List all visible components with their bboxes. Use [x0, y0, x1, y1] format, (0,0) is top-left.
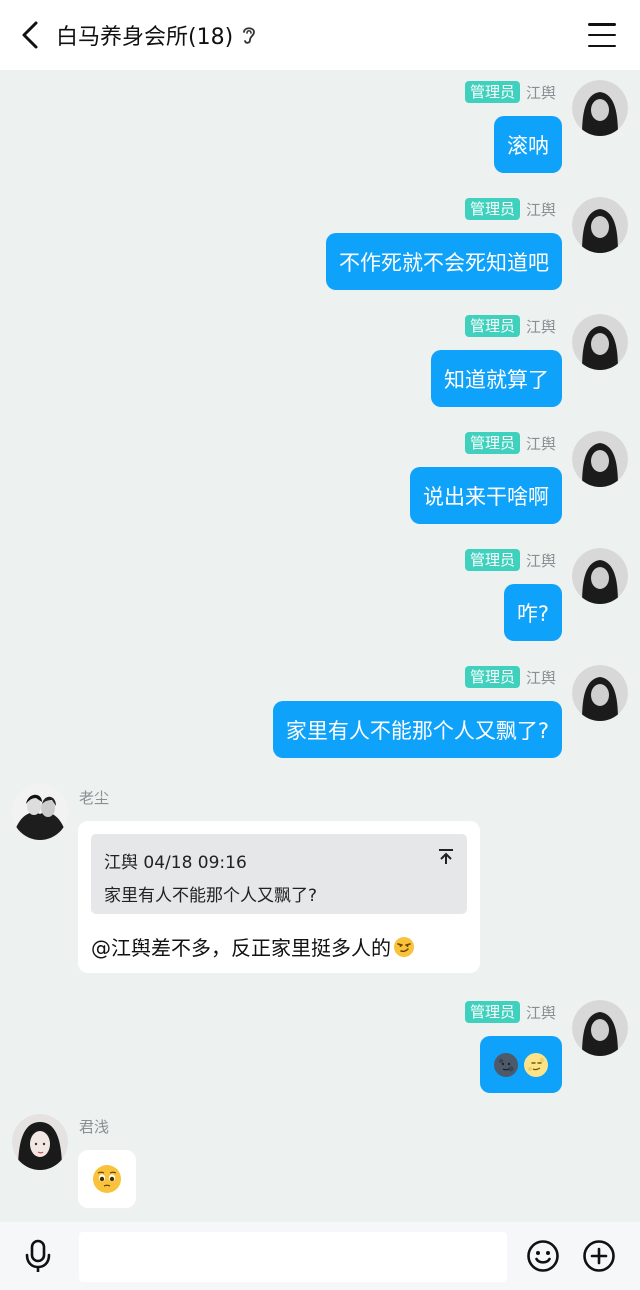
- smirk-emoji: [393, 936, 415, 958]
- message-bubble[interactable]: 咋?: [503, 584, 562, 641]
- message-meta: 管理员 江舆: [464, 431, 556, 455]
- avatar[interactable]: [572, 431, 628, 487]
- chat-message: 老尘 江舆 04/18 09:16 家里有人不能那个人又飘了? @江舆 差不多，…: [0, 772, 640, 984]
- quoted-message[interactable]: 江舆 04/18 09:16 家里有人不能那个人又飘了?: [91, 834, 467, 914]
- menu-button[interactable]: [588, 21, 616, 49]
- pleading-face-emoji: [92, 1164, 122, 1194]
- message-bubble[interactable]: 知道就算了: [431, 350, 562, 407]
- emoji-button[interactable]: [526, 1239, 560, 1277]
- microphone-icon: [25, 1239, 51, 1272]
- message-bubble[interactable]: 不作死就不会死知道吧: [326, 233, 562, 290]
- chevron-left-icon: [22, 21, 38, 49]
- admin-badge: 管理员: [464, 549, 520, 571]
- message-text: 滚呐: [507, 133, 549, 158]
- sender-name: 江舆: [525, 434, 556, 453]
- group-name: 白马养身会所(18): [56, 25, 234, 50]
- menu-line: [588, 44, 616, 47]
- sender-name: 江舆: [525, 668, 556, 687]
- more-button[interactable]: [582, 1239, 616, 1277]
- message-bubble[interactable]: [78, 1150, 136, 1208]
- avatar[interactable]: [572, 197, 628, 253]
- admin-badge: 管理员: [464, 1001, 520, 1023]
- avatar[interactable]: [12, 784, 68, 840]
- reply-text: @江舆 差不多，反正家里挺多人的: [91, 932, 415, 961]
- sender-name: 江舆: [525, 1003, 556, 1022]
- group-title[interactable]: 白马养身会所(18): [56, 0, 257, 70]
- chat-message: 管理员 江舆 咋?: [0, 538, 640, 655]
- menu-line: [588, 33, 616, 37]
- chat-area[interactable]: 管理员 江舆 滚呐 管理员 江舆 不作死就不会死知道吧 管理员 江舆 知道就算了: [0, 70, 640, 1222]
- avatar[interactable]: [12, 1114, 68, 1170]
- plus-circle-icon: [583, 1240, 615, 1272]
- avatar[interactable]: [572, 1000, 628, 1056]
- avatar[interactable]: [572, 80, 628, 136]
- sender-name: 江舆: [525, 551, 556, 570]
- ear-icon: [241, 24, 257, 46]
- sender-name: 君浅: [79, 1118, 110, 1136]
- message-meta: 管理员 江舆: [464, 1000, 556, 1024]
- new-moon-face-emoji: [493, 1052, 519, 1078]
- chat-message: 管理员 江舆 知道就算了: [0, 304, 640, 421]
- chat-header: 白马养身会所(18): [0, 0, 640, 70]
- sender-name: 江舆: [525, 317, 556, 336]
- message-input[interactable]: [79, 1232, 507, 1282]
- back-button[interactable]: [14, 18, 46, 52]
- message-bubble[interactable]: 家里有人不能那个人又飘了?: [272, 701, 562, 758]
- message-text: 家里有人不能那个人又飘了?: [285, 718, 549, 743]
- message-bubble[interactable]: [480, 1036, 562, 1093]
- full-moon-face-emoji: [523, 1052, 549, 1078]
- chat-message: 管理员 江舆 说出来干啥啊: [0, 421, 640, 538]
- hamburger-menu-icon: [588, 23, 616, 26]
- sender-name: 老尘: [79, 789, 110, 807]
- message-bubble[interactable]: 滚呐: [494, 116, 562, 173]
- message-meta: 管理员 江舆: [464, 314, 556, 338]
- chat-message: 管理员 江舆: [0, 990, 640, 1110]
- message-meta: 管理员 江舆: [464, 548, 556, 572]
- composer-bar: [0, 1222, 640, 1290]
- message-meta: 管理员 江舆: [464, 197, 556, 221]
- admin-badge: 管理员: [464, 198, 520, 220]
- avatar[interactable]: [572, 314, 628, 370]
- message-text: 不作死就不会死知道吧: [339, 250, 549, 275]
- quote-header: 江舆 04/18 09:16: [104, 853, 247, 873]
- message-bubble[interactable]: 江舆 04/18 09:16 家里有人不能那个人又飘了? @江舆 差不多，反正家…: [78, 821, 480, 973]
- message-text: 说出来干啥啊: [423, 484, 549, 509]
- admin-badge: 管理员: [464, 432, 520, 454]
- chat-message: 管理员 江舆 不作死就不会死知道吧: [0, 187, 640, 304]
- chat-message: 管理员 江舆 滚呐: [0, 70, 640, 187]
- message-text: 咋?: [516, 601, 549, 626]
- admin-badge: 管理员: [464, 666, 520, 688]
- avatar[interactable]: [572, 665, 628, 721]
- sender-name: 江舆: [525, 83, 556, 102]
- jump-to-top-icon[interactable]: [437, 848, 455, 870]
- message-bubble[interactable]: 说出来干啥啊: [410, 467, 562, 524]
- message-meta: 管理员 江舆: [464, 80, 556, 104]
- admin-badge: 管理员: [464, 315, 520, 337]
- sender-name: 江舆: [525, 200, 556, 219]
- voice-button[interactable]: [22, 1238, 54, 1278]
- mention[interactable]: @江舆: [91, 932, 151, 961]
- admin-badge: 管理员: [464, 81, 520, 103]
- message-text: 知道就算了: [444, 367, 549, 392]
- quote-text: 家里有人不能那个人又飘了?: [104, 886, 318, 906]
- avatar[interactable]: [572, 548, 628, 604]
- chat-message: 君浅: [0, 1110, 640, 1222]
- chat-message: 管理员 江舆 家里有人不能那个人又飘了?: [0, 655, 640, 772]
- message-text: 差不多，反正家里挺多人的: [151, 936, 391, 960]
- smiley-icon: [527, 1240, 559, 1272]
- message-meta: 管理员 江舆: [464, 665, 556, 689]
